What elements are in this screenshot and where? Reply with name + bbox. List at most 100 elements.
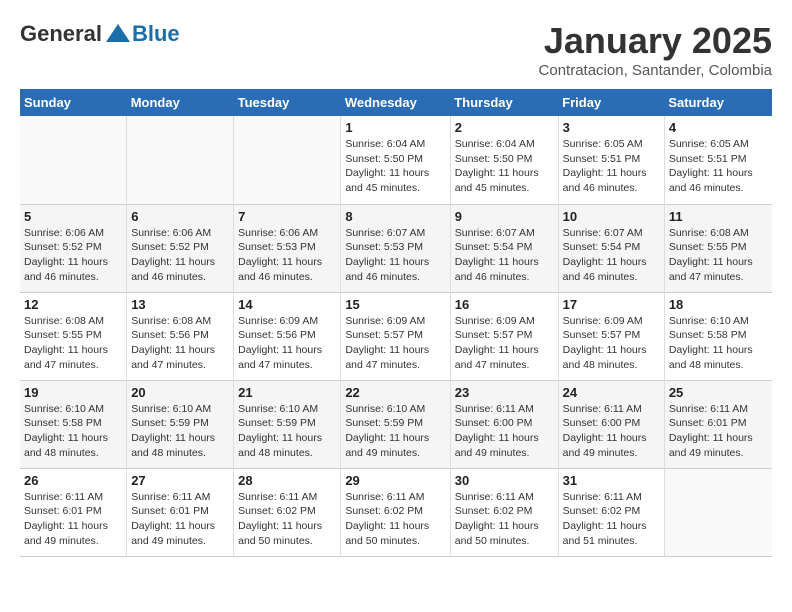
- day-info: Sunrise: 6:10 AM Sunset: 5:58 PM Dayligh…: [669, 314, 768, 373]
- day-info: Sunrise: 6:07 AM Sunset: 5:54 PM Dayligh…: [563, 226, 660, 285]
- day-number: 19: [24, 385, 122, 400]
- calendar-header-saturday: Saturday: [664, 89, 772, 116]
- calendar-header-tuesday: Tuesday: [234, 89, 341, 116]
- logo-icon: [104, 20, 132, 48]
- calendar-cell: [127, 116, 234, 204]
- calendar-cell: 20 Sunrise: 6:10 AM Sunset: 5:59 PM Dayli…: [127, 380, 234, 468]
- day-number: 4: [669, 120, 768, 135]
- day-number: 28: [238, 473, 336, 488]
- day-info: Sunrise: 6:10 AM Sunset: 5:59 PM Dayligh…: [345, 402, 445, 461]
- calendar-cell: 9 Sunrise: 6:07 AM Sunset: 5:54 PM Daylig…: [450, 204, 558, 292]
- day-info: Sunrise: 6:08 AM Sunset: 5:56 PM Dayligh…: [131, 314, 229, 373]
- day-info: Sunrise: 6:08 AM Sunset: 5:55 PM Dayligh…: [669, 226, 768, 285]
- day-number: 5: [24, 209, 122, 224]
- calendar-cell: [234, 116, 341, 204]
- day-number: 21: [238, 385, 336, 400]
- calendar-header-friday: Friday: [558, 89, 664, 116]
- day-number: 25: [669, 385, 768, 400]
- day-number: 9: [455, 209, 554, 224]
- calendar-cell: 18 Sunrise: 6:10 AM Sunset: 5:58 PM Dayli…: [664, 292, 772, 380]
- day-info: Sunrise: 6:08 AM Sunset: 5:55 PM Dayligh…: [24, 314, 122, 373]
- logo-text-general: General: [20, 21, 102, 47]
- day-info: Sunrise: 6:09 AM Sunset: 5:57 PM Dayligh…: [345, 314, 445, 373]
- calendar-header-sunday: Sunday: [20, 89, 127, 116]
- calendar-week-row: 1Sunrise: 6:04 AM Sunset: 5:50 PM Daylig…: [20, 116, 772, 204]
- day-number: 16: [455, 297, 554, 312]
- day-info: Sunrise: 6:10 AM Sunset: 5:59 PM Dayligh…: [238, 402, 336, 461]
- day-info: Sunrise: 6:11 AM Sunset: 6:01 PM Dayligh…: [669, 402, 768, 461]
- calendar-cell: 23 Sunrise: 6:11 AM Sunset: 6:00 PM Dayli…: [450, 380, 558, 468]
- day-number: 23: [455, 385, 554, 400]
- day-info: Sunrise: 6:05 AM Sunset: 5:51 PM Dayligh…: [563, 137, 660, 196]
- title-block: January 2025 Contratacion, Santander, Co…: [539, 20, 772, 79]
- day-info: Sunrise: 6:11 AM Sunset: 6:01 PM Dayligh…: [24, 490, 122, 549]
- day-number: 12: [24, 297, 122, 312]
- calendar-cell: 5 Sunrise: 6:06 AM Sunset: 5:52 PM Daylig…: [20, 204, 127, 292]
- calendar-header-thursday: Thursday: [450, 89, 558, 116]
- calendar-week-row: 5 Sunrise: 6:06 AM Sunset: 5:52 PM Daylig…: [20, 204, 772, 292]
- calendar-cell: 28 Sunrise: 6:11 AM Sunset: 6:02 PM Dayli…: [234, 468, 341, 556]
- day-number: 29: [345, 473, 445, 488]
- day-info: Sunrise: 6:05 AM Sunset: 5:51 PM Dayligh…: [669, 137, 768, 196]
- day-number: 20: [131, 385, 229, 400]
- day-info: Sunrise: 6:04 AM Sunset: 5:50 PM Dayligh…: [455, 137, 554, 196]
- calendar-cell: [20, 116, 127, 204]
- day-info: Sunrise: 6:11 AM Sunset: 6:02 PM Dayligh…: [345, 490, 445, 549]
- calendar-cell: 6Sunrise: 6:06 AM Sunset: 5:52 PM Daylig…: [127, 204, 234, 292]
- calendar-cell: 17 Sunrise: 6:09 AM Sunset: 5:57 PM Dayli…: [558, 292, 664, 380]
- day-info: Sunrise: 6:10 AM Sunset: 5:58 PM Dayligh…: [24, 402, 122, 461]
- day-info: Sunrise: 6:11 AM Sunset: 6:02 PM Dayligh…: [455, 490, 554, 549]
- day-info: Sunrise: 6:07 AM Sunset: 5:54 PM Dayligh…: [455, 226, 554, 285]
- page-header: General Blue January 2025 Contratacion, …: [20, 20, 772, 79]
- calendar-cell: 31Sunrise: 6:11 AM Sunset: 6:02 PM Dayli…: [558, 468, 664, 556]
- calendar-cell: 11 Sunrise: 6:08 AM Sunset: 5:55 PM Dayli…: [664, 204, 772, 292]
- calendar-header-row: SundayMondayTuesdayWednesdayThursdayFrid…: [20, 89, 772, 116]
- day-info: Sunrise: 6:10 AM Sunset: 5:59 PM Dayligh…: [131, 402, 229, 461]
- calendar-cell: 2 Sunrise: 6:04 AM Sunset: 5:50 PM Daylig…: [450, 116, 558, 204]
- day-info: Sunrise: 6:11 AM Sunset: 6:00 PM Dayligh…: [563, 402, 660, 461]
- day-info: Sunrise: 6:06 AM Sunset: 5:52 PM Dayligh…: [131, 226, 229, 285]
- day-info: Sunrise: 6:09 AM Sunset: 5:57 PM Dayligh…: [563, 314, 660, 373]
- day-info: Sunrise: 6:06 AM Sunset: 5:52 PM Dayligh…: [24, 226, 122, 285]
- day-number: 3: [563, 120, 660, 135]
- day-number: 11: [669, 209, 768, 224]
- calendar-week-row: 26 Sunrise: 6:11 AM Sunset: 6:01 PM Dayli…: [20, 468, 772, 556]
- day-info: Sunrise: 6:07 AM Sunset: 5:53 PM Dayligh…: [345, 226, 445, 285]
- day-info: Sunrise: 6:06 AM Sunset: 5:53 PM Dayligh…: [238, 226, 336, 285]
- calendar-header-monday: Monday: [127, 89, 234, 116]
- calendar-cell: 7Sunrise: 6:06 AM Sunset: 5:53 PM Daylig…: [234, 204, 341, 292]
- day-number: 17: [563, 297, 660, 312]
- day-info: Sunrise: 6:11 AM Sunset: 6:02 PM Dayligh…: [238, 490, 336, 549]
- calendar-cell: 8 Sunrise: 6:07 AM Sunset: 5:53 PM Daylig…: [341, 204, 450, 292]
- day-number: 26: [24, 473, 122, 488]
- day-number: 18: [669, 297, 768, 312]
- calendar-cell: 16 Sunrise: 6:09 AM Sunset: 5:57 PM Dayli…: [450, 292, 558, 380]
- calendar-cell: 21 Sunrise: 6:10 AM Sunset: 5:59 PM Dayli…: [234, 380, 341, 468]
- calendar-cell: 12 Sunrise: 6:08 AM Sunset: 5:55 PM Dayli…: [20, 292, 127, 380]
- day-number: 2: [455, 120, 554, 135]
- day-number: 8: [345, 209, 445, 224]
- day-number: 24: [563, 385, 660, 400]
- calendar-subtitle: Contratacion, Santander, Colombia: [539, 62, 772, 79]
- calendar-title: January 2025: [539, 20, 772, 62]
- calendar-cell: 10 Sunrise: 6:07 AM Sunset: 5:54 PM Dayli…: [558, 204, 664, 292]
- day-info: Sunrise: 6:11 AM Sunset: 6:00 PM Dayligh…: [455, 402, 554, 461]
- calendar-cell: 29 Sunrise: 6:11 AM Sunset: 6:02 PM Dayli…: [341, 468, 450, 556]
- calendar-week-row: 19 Sunrise: 6:10 AM Sunset: 5:58 PM Dayli…: [20, 380, 772, 468]
- calendar-cell: 14 Sunrise: 6:09 AM Sunset: 5:56 PM Dayli…: [234, 292, 341, 380]
- calendar-week-row: 12 Sunrise: 6:08 AM Sunset: 5:55 PM Dayli…: [20, 292, 772, 380]
- day-info: Sunrise: 6:04 AM Sunset: 5:50 PM Dayligh…: [345, 137, 445, 196]
- day-info: Sunrise: 6:11 AM Sunset: 6:01 PM Dayligh…: [131, 490, 229, 549]
- day-number: 22: [345, 385, 445, 400]
- day-info: Sunrise: 6:09 AM Sunset: 5:56 PM Dayligh…: [238, 314, 336, 373]
- day-number: 31: [563, 473, 660, 488]
- day-number: 14: [238, 297, 336, 312]
- day-info: Sunrise: 6:09 AM Sunset: 5:57 PM Dayligh…: [455, 314, 554, 373]
- calendar-cell: 24 Sunrise: 6:11 AM Sunset: 6:00 PM Dayli…: [558, 380, 664, 468]
- calendar-cell: 15Sunrise: 6:09 AM Sunset: 5:57 PM Dayli…: [341, 292, 450, 380]
- calendar-table: SundayMondayTuesdayWednesdayThursdayFrid…: [20, 89, 772, 557]
- calendar-header-wednesday: Wednesday: [341, 89, 450, 116]
- calendar-cell: 30Sunrise: 6:11 AM Sunset: 6:02 PM Dayli…: [450, 468, 558, 556]
- day-number: 10: [563, 209, 660, 224]
- logo-text-blue: Blue: [132, 21, 180, 47]
